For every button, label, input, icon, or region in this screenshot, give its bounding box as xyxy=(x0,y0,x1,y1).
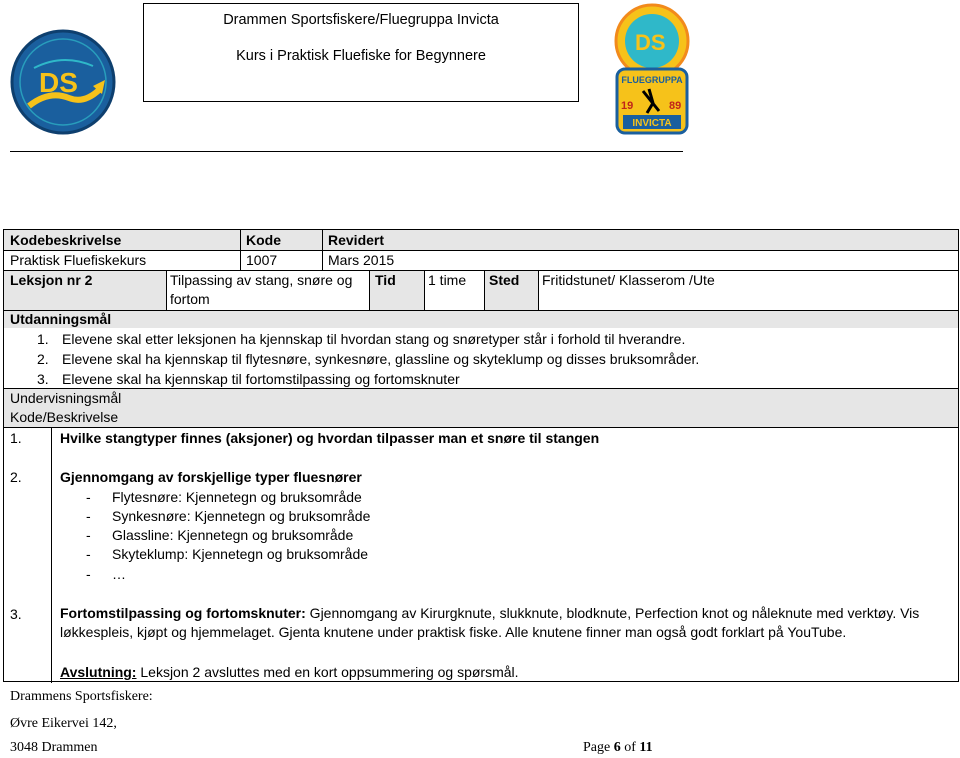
shade-row1 xyxy=(4,230,958,250)
bullet-dash: - xyxy=(86,546,91,562)
item-3-num: 3. xyxy=(10,606,22,622)
page-number: 6 xyxy=(613,740,621,755)
lesson-number: Leksjon nr 2 xyxy=(10,272,93,288)
col-divider xyxy=(322,230,323,270)
course-name: Praktisk Fluefiskekurs xyxy=(10,252,147,268)
header-kodebeskrivelse: Kodebeskrivelse xyxy=(10,232,122,248)
col-divider xyxy=(424,270,425,310)
goal-2-text: Elevene skal ha kjennskap til flytesnøre… xyxy=(62,351,700,367)
logo-right: DS FLUEGRUPPA 19 89 INVICTA xyxy=(613,3,691,136)
shade-utdanning xyxy=(4,310,958,328)
header-rule xyxy=(10,151,683,152)
bullet-text: … xyxy=(112,566,126,582)
avslutning-text: Leksjon 2 avsluttes med en kort oppsumme… xyxy=(136,664,519,680)
undervisning-heading: Undervisningsmål xyxy=(10,390,122,406)
col-divider xyxy=(51,427,52,683)
of-word: of xyxy=(624,740,636,755)
bullet-dash: - xyxy=(86,527,91,543)
logo-right-year-left: 19 xyxy=(621,100,633,112)
goal-2-num: 2. xyxy=(37,351,49,367)
bullet-text: Flytesnøre: Kjennetegn og bruksområde xyxy=(112,489,362,505)
shade-undervisning xyxy=(4,388,958,427)
logo-right-bottom-text: INVICTA xyxy=(632,118,671,129)
row-divider xyxy=(4,427,958,428)
item-3-paragraph: Fortomstilpassing og fortomsknuter: Gjen… xyxy=(60,604,953,642)
footer-address: Øvre Eikervei 142, xyxy=(10,716,117,731)
course-code: 1007 xyxy=(246,252,278,268)
col-divider xyxy=(240,230,241,270)
footer-city: 3048 Drammen xyxy=(10,740,98,755)
header-kode: Kode xyxy=(246,232,281,248)
avslutning-label: Avslutning: xyxy=(60,664,137,680)
col-divider xyxy=(166,270,167,310)
col-divider xyxy=(484,270,485,310)
tid-value: 1 time xyxy=(428,272,467,288)
lesson-table: Kodebeskrivelse Kode Revidert Praktisk F… xyxy=(3,229,959,683)
row-divider xyxy=(4,388,958,389)
lesson-topic-line1: Tilpassing av stang, snøre og xyxy=(170,272,353,288)
bullet-text: Synkesnøre: Kjennetegn og bruksområde xyxy=(112,508,371,524)
logo-left: DS xyxy=(9,28,119,138)
item-1-num: 1. xyxy=(10,430,22,446)
col-divider xyxy=(538,270,539,310)
item-1-title: Hvilke stangtyper finnes (aksjoner) og h… xyxy=(60,430,600,446)
logo-right-banner: FLUEGRUPPA xyxy=(621,75,683,85)
item-2-num: 2. xyxy=(10,469,22,485)
bullet-dash: - xyxy=(86,566,91,582)
page-indicator: Page 6 of 11 xyxy=(583,740,653,756)
title-line-2: Kurs i Praktisk Fluefiske for Begynnere xyxy=(236,48,486,64)
row-divider xyxy=(4,270,958,271)
row-divider xyxy=(4,250,958,251)
bullet-dash: - xyxy=(86,508,91,524)
tid-label: Tid xyxy=(375,272,396,288)
footer-org: Drammens Sportsfiskere: xyxy=(10,689,153,704)
sted-label: Sted xyxy=(489,272,520,288)
sted-value: Fritidstunet/ Klasserom /Ute xyxy=(542,272,715,288)
logo-left-text: DS xyxy=(39,67,78,98)
title-box: Drammen Sportsfiskere/Fluegruppa Invicta… xyxy=(143,3,579,102)
header-revidert: Revidert xyxy=(328,232,385,248)
page-word: Page xyxy=(583,740,611,755)
title-line-1: Drammen Sportsfiskere/Fluegruppa Invicta xyxy=(223,12,499,28)
goal-3-text: Elevene skal ha kjennskap til fortomstil… xyxy=(62,371,460,387)
page-total: 11 xyxy=(639,740,653,755)
goal-1-num: 1. xyxy=(37,331,49,347)
bullet-text: Skyteklump: Kjennetegn og bruksområde xyxy=(112,546,369,562)
bullet-dash: - xyxy=(86,489,91,505)
item-2-title: Gjennomgang av forskjellige typer fluesn… xyxy=(60,469,362,485)
goal-1-text: Elevene skal etter leksjonen ha kjennska… xyxy=(62,331,686,347)
avslutning: Avslutning: Leksjon 2 avsluttes med en k… xyxy=(60,663,519,681)
row-divider xyxy=(4,310,958,311)
item-3-title: Fortomstilpassing og fortomsknuter: xyxy=(60,605,306,621)
revised-date: Mars 2015 xyxy=(328,252,395,268)
utdanningsmal-heading: Utdanningsmål xyxy=(10,311,112,327)
goal-3-num: 3. xyxy=(37,371,49,387)
logo-right-top-text: DS xyxy=(635,30,666,55)
bullet-text: Glassline: Kjennetegn og bruksområde xyxy=(112,527,354,543)
lesson-topic-line2: fortom xyxy=(170,291,210,307)
col-divider xyxy=(369,270,370,310)
logo-right-year-right: 89 xyxy=(669,100,681,112)
undervisning-subheading: Kode/Beskrivelse xyxy=(10,409,119,425)
